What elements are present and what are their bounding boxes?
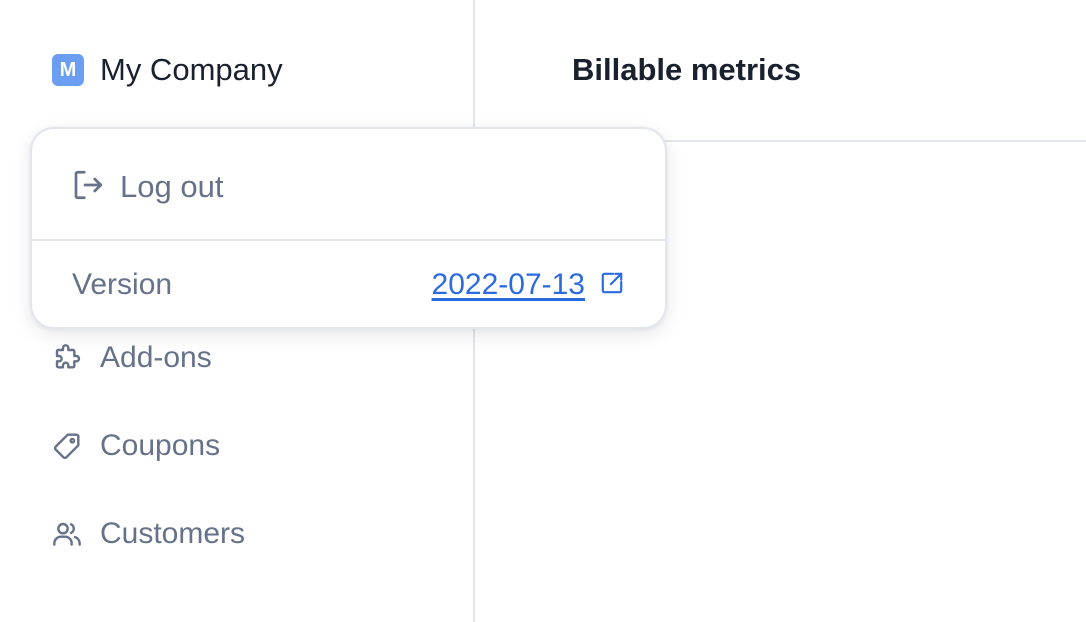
sidebar-item-label: Coupons: [100, 429, 221, 462]
version-row: Version 2022-07-13: [72, 265, 625, 305]
main-header: Billable metrics: [477, 0, 1086, 142]
puzzle-icon: [50, 341, 84, 375]
logout-label: Log out: [120, 169, 224, 204]
external-link-icon: [599, 270, 625, 301]
account-popover: Log out Version 2022-07-13: [30, 127, 667, 329]
version-label: Version: [72, 268, 173, 301]
org-logo: M: [52, 54, 84, 86]
sidebar-item-add-ons[interactable]: Add-ons: [50, 332, 212, 384]
sidebar-item-coupons[interactable]: Coupons: [50, 420, 220, 472]
version-link[interactable]: 2022-07-13: [432, 268, 625, 302]
app-window: M My Company Add-ons Coupons Customers B…: [0, 0, 1086, 622]
page-title: Billable metrics: [572, 52, 802, 87]
logout-button[interactable]: Log out: [70, 167, 223, 207]
sidebar-item-label: Add-ons: [100, 341, 212, 374]
popover-divider: [32, 239, 665, 241]
logout-icon: [70, 167, 106, 208]
version-value: 2022-07-13: [431, 268, 585, 301]
sidebar-item-customers[interactable]: Customers: [50, 508, 245, 560]
sidebar-item-label: Customers: [100, 517, 246, 550]
users-icon: [50, 517, 84, 551]
tag-icon: [50, 429, 84, 463]
org-name: My Company: [100, 52, 283, 87]
org-switcher[interactable]: M My Company: [52, 52, 283, 87]
